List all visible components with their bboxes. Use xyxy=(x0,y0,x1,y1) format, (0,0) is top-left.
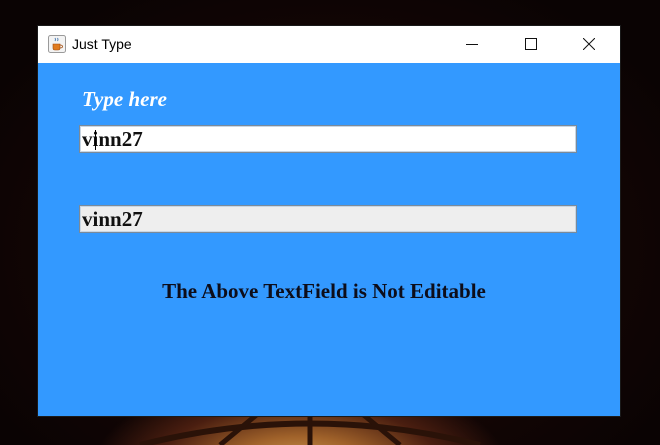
readonly-text-field[interactable]: vinn27 xyxy=(79,205,577,233)
desktop-wallpaper xyxy=(139,412,481,445)
text-caret xyxy=(95,130,96,150)
maximize-icon xyxy=(525,38,537,50)
not-editable-notice: The Above TextField is Not Editable xyxy=(162,279,486,303)
minimize-icon xyxy=(466,44,478,45)
close-icon xyxy=(583,38,595,50)
editable-text-field-value: vinn27 xyxy=(82,127,143,151)
close-button[interactable] xyxy=(566,26,612,63)
app-window: Just Type Type here vinn27 vinn27 The Ab… xyxy=(38,26,620,416)
editable-text-field[interactable]: vinn27 xyxy=(79,125,577,153)
title-bar[interactable]: Just Type xyxy=(38,26,620,63)
readonly-text-field-value: vinn27 xyxy=(82,207,143,231)
java-cup-icon[interactable] xyxy=(48,35,66,53)
maximize-button[interactable] xyxy=(508,26,554,63)
content-panel: Type here vinn27 vinn27 The Above TextFi… xyxy=(38,63,620,416)
type-here-label: Type here xyxy=(82,87,167,111)
window-title: Just Type xyxy=(72,36,132,52)
minimize-button[interactable] xyxy=(449,26,495,63)
